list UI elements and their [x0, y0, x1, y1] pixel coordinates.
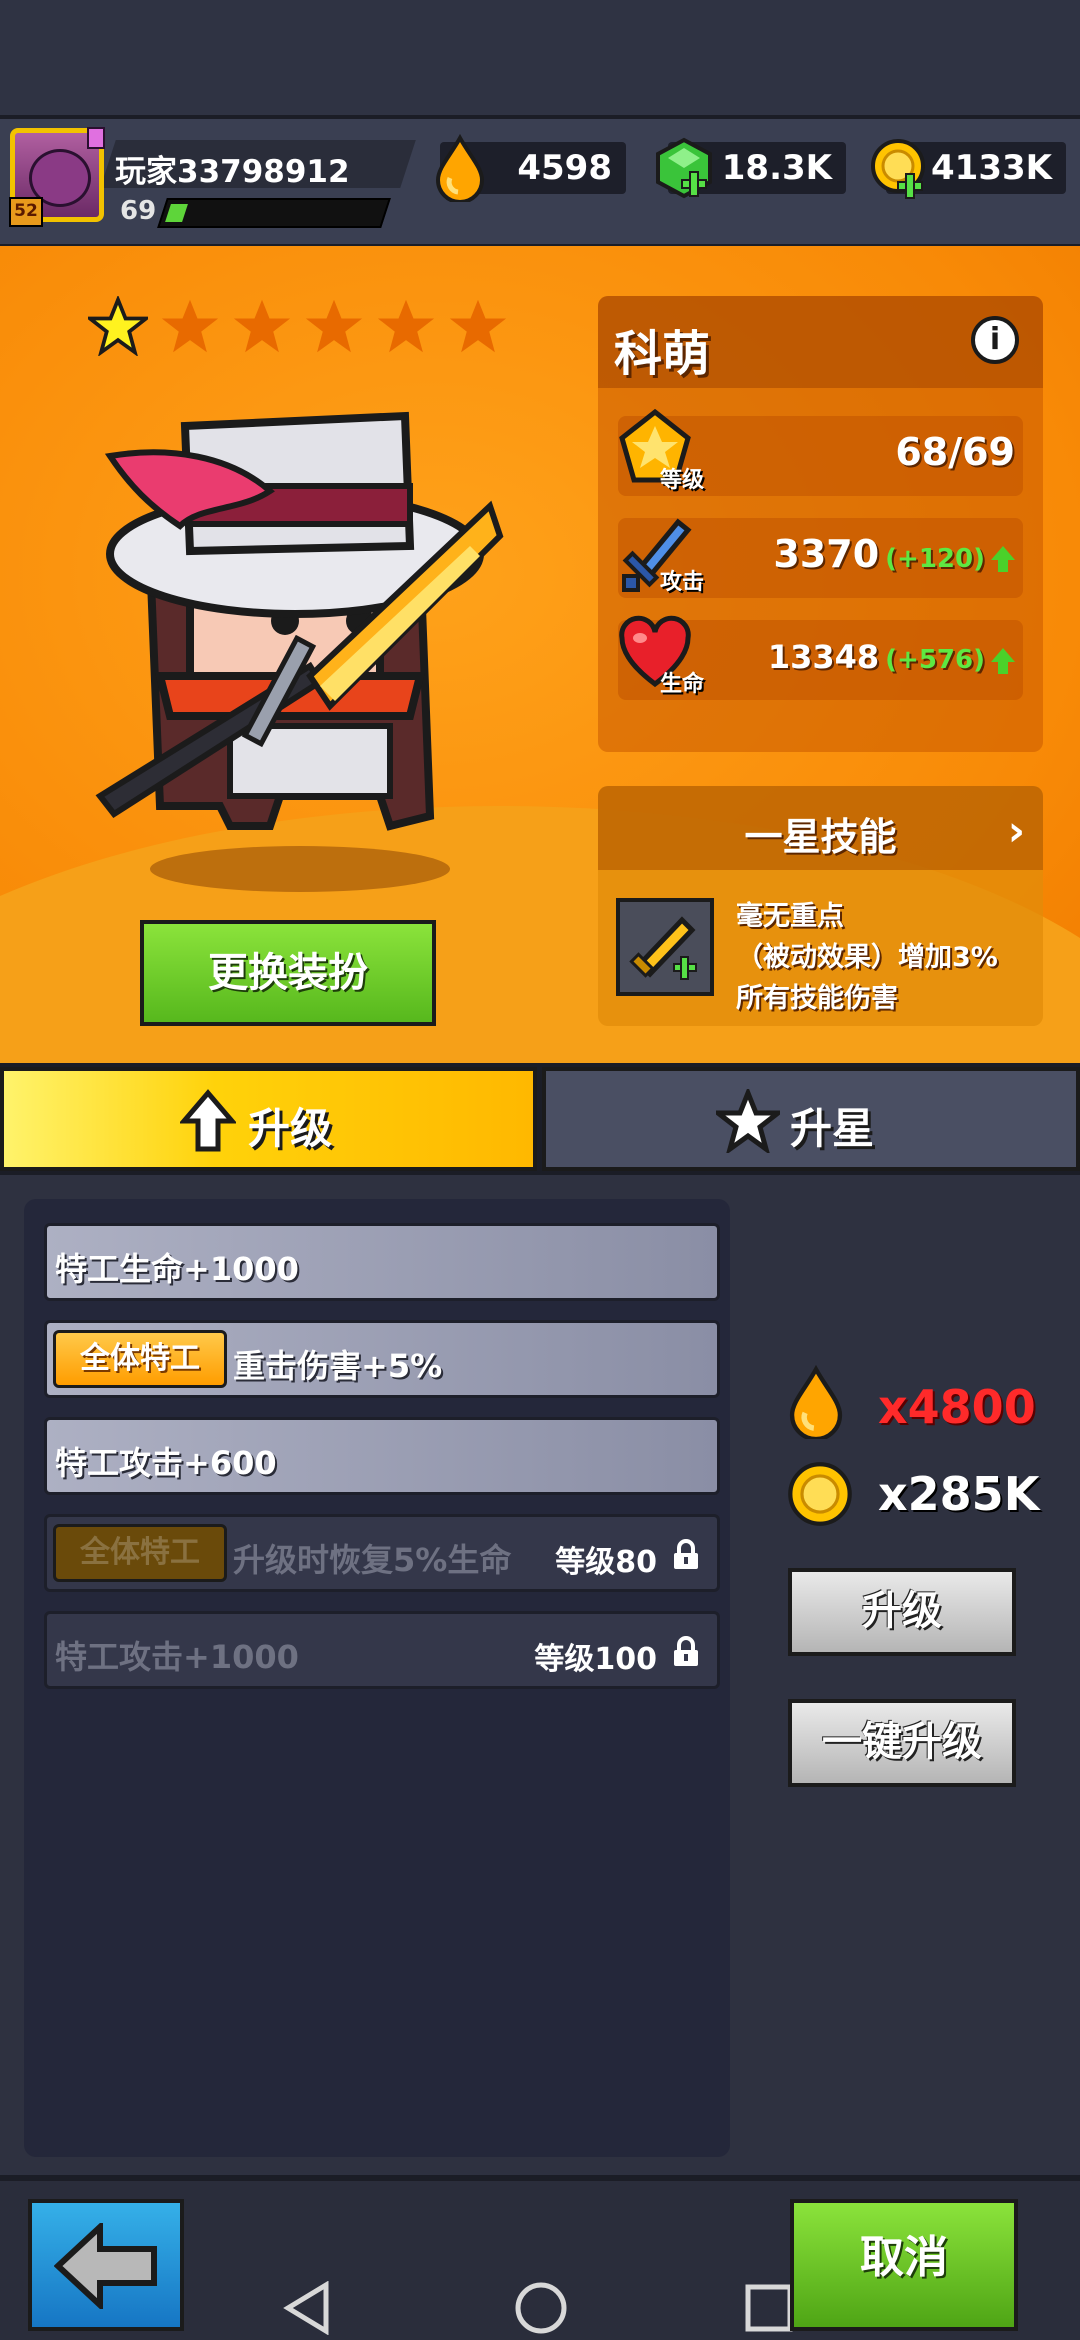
currency-gem-value: 18.3K	[721, 148, 832, 188]
gold-sword-plus-icon	[629, 916, 697, 980]
stat-value-hp: 13348 (+576)	[768, 638, 1015, 676]
gold-coin-plus-icon[interactable]	[868, 136, 934, 206]
one-click-upgrade-button[interactable]: 一键升级	[788, 1699, 1016, 1787]
xp-bar	[157, 198, 391, 228]
avatar-corner-mark	[87, 127, 105, 149]
tab-upgrade[interactable]: 升级	[0, 1067, 537, 1171]
stat-row-attack: 攻击 3370 (+120)	[618, 518, 1023, 598]
currency-oil-value: 4598	[517, 148, 612, 188]
stat-value-level: 68/69	[895, 430, 1015, 474]
back-button[interactable]	[28, 2199, 184, 2331]
hp-value: 13348	[767, 638, 880, 676]
upgrade-row-text: 重击伤害+5%	[233, 1347, 443, 1385]
attack-bonus: (+120)	[885, 544, 985, 574]
player-avatar[interactable]: 52	[9, 127, 105, 227]
currency-gold-value: 4133K	[931, 148, 1052, 188]
upgrade-row-locked: 特工攻击+1000 等级100	[44, 1611, 720, 1689]
hero-panel: 更换装扮 科萌 i 等级 68/69 攻击 3370 (+120) 生命 133…	[0, 246, 1080, 1066]
skill-title: 一星技能	[744, 815, 897, 859]
stat-tag-hp: 生命	[660, 672, 705, 697]
upgrade-row: 全体特工 重击伤害+5%	[44, 1320, 720, 1398]
level-value: 68/69	[895, 430, 1015, 474]
star-empty-icon	[161, 299, 219, 353]
player-name: 玩家33798912	[115, 154, 350, 190]
all-agents-tag: 全体特工	[53, 1524, 227, 1582]
stat-row-hp: 生命 13348 (+576)	[618, 615, 1023, 700]
oil-drop-icon	[789, 1365, 843, 1439]
upgrade-list: 特工生命+1000 全体特工 重击伤害+5% 特工攻击+600 全体特工 升级时…	[24, 1199, 730, 2157]
attack-value: 3370	[773, 532, 880, 576]
green-gem-plus-icon[interactable]	[652, 136, 718, 206]
upgrade-arrow-icon	[180, 1089, 236, 1152]
upgrade-row-text: 特工生命+1000	[55, 1250, 299, 1288]
arrow-up-icon	[991, 648, 1015, 674]
lock-icon	[674, 1636, 698, 1666]
gold-cost: x285K	[878, 1467, 1040, 1521]
star-empty-icon	[233, 299, 291, 353]
skill-desc-line: （被动效果）增加3%	[736, 942, 998, 973]
skill-description: 毫无重点 （被动效果）增加3% 所有技能伤害	[736, 896, 1036, 1019]
info-icon[interactable]: i	[971, 316, 1019, 364]
back-arrow-icon	[54, 2223, 157, 2309]
nav-recents-icon[interactable]	[744, 2281, 794, 2335]
hero-info-panel: 科萌 i 等级 68/69 攻击 3370 (+120) 生命 13348 (+…	[598, 296, 1043, 752]
nav-home-icon[interactable]	[514, 2281, 568, 2335]
star-rating	[88, 296, 508, 356]
star-filled-icon	[88, 296, 148, 356]
nav-back-icon[interactable]	[282, 2281, 332, 2335]
gold-coin-icon	[788, 1462, 852, 1526]
status-strip	[0, 0, 1080, 115]
tab-upgrade-label: 升级	[248, 1104, 333, 1153]
arrow-up-icon	[991, 545, 1015, 572]
oil-cost: x4800	[878, 1380, 1036, 1434]
game-screen: { "player": { "name": "玩家33798912", "lev…	[0, 0, 1080, 2340]
upgrade-button[interactable]: 升级	[788, 1568, 1016, 1656]
star-icon	[716, 1089, 780, 1153]
star-empty-icon	[449, 299, 507, 353]
cancel-button[interactable]: 取消	[790, 2199, 1018, 2331]
tab-star-up[interactable]: 升星	[542, 1067, 1080, 1171]
upgrade-row: 特工生命+1000	[44, 1223, 720, 1301]
agent-character	[95, 411, 504, 831]
tab-star-label: 升星	[790, 1104, 875, 1153]
oil-drop-icon	[435, 134, 485, 202]
stat-value-attack: 3370 (+120)	[773, 532, 1015, 576]
hp-bonus: (+576)	[885, 645, 985, 675]
upgrade-row-text: 特工攻击+1000	[55, 1638, 299, 1676]
player-level: 69	[120, 196, 157, 226]
stat-tag-attack: 攻击	[660, 570, 705, 595]
star-empty-icon	[305, 299, 363, 353]
skill-desc-line: 所有技能伤害	[736, 983, 898, 1014]
skill-desc-line: 毫无重点	[736, 901, 844, 932]
chevron-right-icon[interactable]: ›	[1008, 806, 1025, 855]
upgrade-row: 特工攻击+600	[44, 1417, 720, 1495]
skill-panel[interactable]: 一星技能 › 毫无重点 （被动效果）增加3% 所有技能伤害	[598, 786, 1043, 1026]
hero-name: 科萌	[614, 326, 711, 382]
tab-bar: 升级 升星	[0, 1063, 1080, 1175]
star-empty-icon	[377, 299, 435, 353]
stat-tag-level: 等级	[660, 468, 705, 493]
change-outfit-button[interactable]: 更换装扮	[140, 920, 436, 1026]
upgrade-row-text: 升级时恢复5%生命	[233, 1541, 512, 1579]
bottom-bar: 取消	[0, 2175, 1080, 2340]
avatar-badge: 52	[9, 197, 43, 227]
upgrade-row-locked: 全体特工 升级时恢复5%生命 等级80	[44, 1514, 720, 1592]
upgrade-row-text: 特工攻击+600	[55, 1444, 277, 1482]
level-requirement: 等级80	[555, 1545, 657, 1580]
upgrade-section: 特工生命+1000 全体特工 重击伤害+5% 特工攻击+600 全体特工 升级时…	[0, 1175, 1080, 2175]
lock-icon	[674, 1539, 698, 1569]
level-requirement: 等级100	[534, 1642, 657, 1677]
skill-sword-icon	[616, 898, 714, 996]
xp-fill	[165, 204, 188, 222]
stat-row-level: 等级 68/69	[618, 408, 1023, 496]
all-agents-tag: 全体特工	[53, 1330, 227, 1388]
